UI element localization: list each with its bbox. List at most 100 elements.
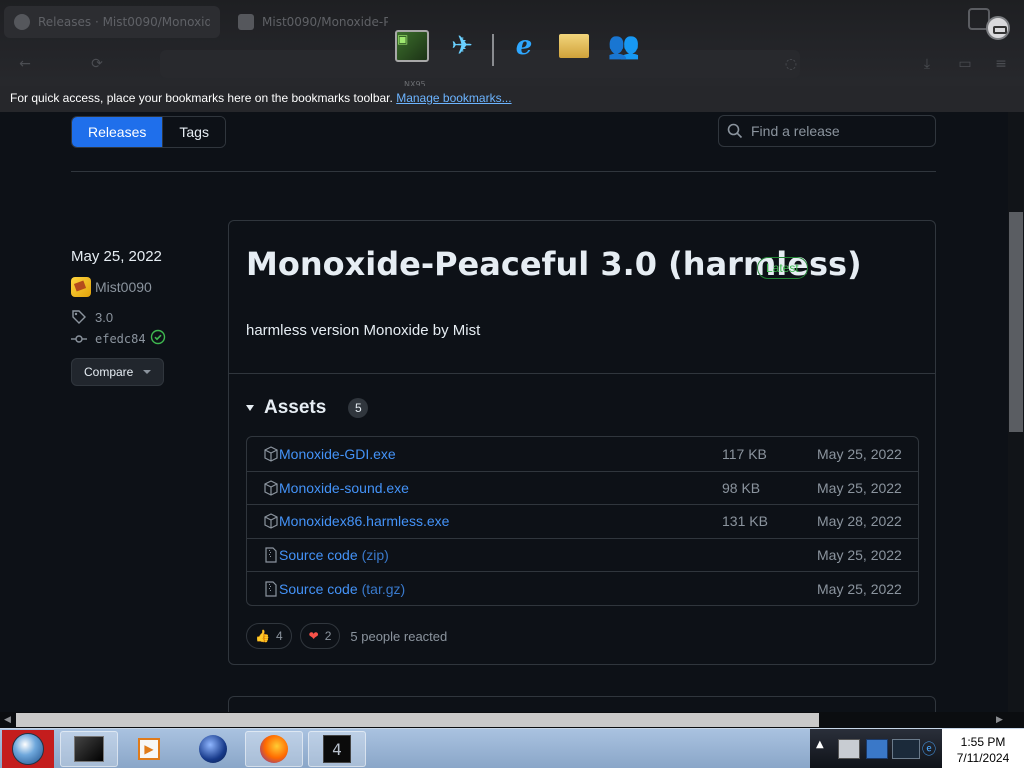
asset-suffix[interactable]: (zip) xyxy=(362,547,389,563)
asset-link[interactable]: Source code xyxy=(279,547,358,563)
asset-row[interactable]: Source code (tar.gz) May 25, 2022 xyxy=(247,571,918,605)
file-zip-icon xyxy=(263,581,279,597)
desktop-quicklaunch: ▣ ✈ e 👥 xyxy=(392,16,644,66)
reactions-bar: 👍 4 ❤ 2 5 people reacted xyxy=(246,623,447,649)
page-icon xyxy=(238,14,254,30)
reaction-thumbs-up[interactable]: 👍 4 xyxy=(246,623,292,649)
bookmarks-toolbar: For quick access, place your bookmarks h… xyxy=(0,86,1024,112)
quicklaunch-separator xyxy=(492,34,494,66)
tab-releases[interactable]: Releases xyxy=(72,117,163,147)
quicklaunch-app[interactable]: ✈ xyxy=(442,26,482,66)
tag-icon xyxy=(71,309,87,325)
reaction-count: 2 xyxy=(324,629,332,643)
computer-icon[interactable] xyxy=(838,739,860,759)
commit-sha[interactable]: efedc84 xyxy=(95,332,146,346)
cube-app-icon: ▣ xyxy=(395,30,429,62)
quicklaunch-app[interactable] xyxy=(554,26,594,66)
menu-icon[interactable]: ≡ xyxy=(992,56,1010,72)
vertical-scrollbar[interactable] xyxy=(1008,112,1024,712)
release-commit[interactable]: efedc84 xyxy=(71,329,221,348)
firefox-icon xyxy=(260,735,288,763)
thumbs-up-icon: 👍 xyxy=(255,629,270,643)
page-content: Releases Tags May 25, 2022 Mist0090 3.0 … xyxy=(0,112,1008,712)
compare-button[interactable]: Compare xyxy=(71,358,165,386)
users-icon: 👥 xyxy=(607,31,641,61)
asset-size: 98 KB xyxy=(722,479,761,496)
asset-date: May 25, 2022 xyxy=(817,445,902,462)
bookmarks-message: For quick access, place your bookmarks h… xyxy=(10,91,393,105)
author-name[interactable]: Mist0090 xyxy=(95,279,152,295)
assets-toggle[interactable]: Assets 5 xyxy=(246,397,369,419)
start-button[interactable] xyxy=(2,730,54,768)
manage-bookmarks-link[interactable]: Manage bookmarks... xyxy=(396,91,511,105)
asset-link[interactable]: Monoxide-GDI.exe xyxy=(279,446,396,462)
clock-date: 7/11/2024 xyxy=(956,751,1010,765)
internet-explorer-icon: e xyxy=(515,31,533,61)
asset-row[interactable]: Source code (zip) May 25, 2022 xyxy=(247,537,918,572)
find-release-input[interactable] xyxy=(751,123,921,139)
assets-list: Monoxide-GDI.exe 117 KB May 25, 2022 Mon… xyxy=(246,436,919,606)
asset-link[interactable]: Monoxide-sound.exe xyxy=(279,480,409,496)
browser-tab[interactable]: Mist0090/Monoxide-Peaceful xyxy=(228,6,398,38)
library-icon[interactable]: ▭ xyxy=(956,56,974,72)
reaction-summary: 5 people reacted xyxy=(350,628,448,644)
quicklaunch-app[interactable]: 👥 xyxy=(604,26,644,66)
quicklaunch-app[interactable]: e xyxy=(504,26,544,66)
taskbar-app[interactable]: 4 xyxy=(308,731,366,767)
find-release-search xyxy=(718,115,936,147)
terminal-icon: 4 xyxy=(323,735,351,763)
release-tag[interactable]: 3.0 xyxy=(71,309,221,325)
scroll-left-icon[interactable]: ◀ xyxy=(4,712,11,728)
extensions-icon[interactable]: ◌ xyxy=(782,56,800,72)
taskbar-app[interactable] xyxy=(245,731,303,767)
commit-icon xyxy=(71,331,87,347)
scroll-right-icon[interactable]: ▶ xyxy=(996,712,1003,728)
asset-size: 117 KB xyxy=(722,445,767,462)
asset-date: May 25, 2022 xyxy=(817,547,902,564)
taskbar-app[interactable] xyxy=(184,731,242,767)
horizontal-scrollbar[interactable]: ◀ ▶ xyxy=(0,712,1024,728)
releases-tags-toggle: Releases Tags xyxy=(71,116,226,148)
system-tray: ▲ ⓔ xyxy=(810,729,942,768)
compare-label: Compare xyxy=(84,365,134,379)
reload-icon[interactable]: ⟳ xyxy=(88,56,106,72)
chevron-down-icon xyxy=(143,370,152,374)
monitor-icon[interactable] xyxy=(892,739,920,759)
clock-time: 1:55 PM xyxy=(960,735,1006,749)
cube-app-icon xyxy=(74,736,104,762)
tag-name[interactable]: 3.0 xyxy=(95,310,113,325)
asset-link[interactable]: Source code xyxy=(279,581,358,597)
tab-label: Mist0090/Monoxide-Peaceful xyxy=(262,15,388,29)
verified-check-icon[interactable] xyxy=(150,329,166,348)
asset-suffix[interactable]: (tar.gz) xyxy=(362,581,406,597)
network-status-icon[interactable] xyxy=(866,739,888,759)
taskbar-app[interactable]: ▶ xyxy=(120,731,178,767)
clock[interactable]: 1:55 PM 7/11/2024 xyxy=(942,729,1024,768)
triangle-down-icon xyxy=(246,405,254,411)
reaction-count: 4 xyxy=(275,629,283,643)
ie-tray-icon[interactable]: ⓔ xyxy=(922,739,944,759)
asset-link[interactable]: Monoxidex86.harmless.exe xyxy=(279,513,449,529)
tab-tags[interactable]: Tags xyxy=(162,117,225,147)
taskbar-app[interactable] xyxy=(60,731,118,767)
back-icon[interactable]: ← xyxy=(16,56,34,72)
downloads-icon[interactable]: ⤓ xyxy=(918,56,936,72)
horizontal-scroll-thumb[interactable] xyxy=(16,713,819,727)
release-author[interactable]: Mist0090 xyxy=(71,277,221,297)
avatar xyxy=(71,277,91,297)
file-zip-icon xyxy=(263,547,279,563)
reaction-heart[interactable]: ❤ 2 xyxy=(299,623,341,649)
vertical-scroll-thumb[interactable] xyxy=(1009,212,1023,432)
asset-row[interactable]: Monoxide-GDI.exe 117 KB May 25, 2022 xyxy=(247,437,918,471)
quicklaunch-app[interactable]: ▣ xyxy=(392,26,432,66)
browser-tab-active[interactable]: Releases · Mist0090/Monoxide-Peaceful xyxy=(4,6,220,38)
next-release-card xyxy=(228,696,936,712)
asset-date: May 28, 2022 xyxy=(817,513,902,530)
asset-date: May 25, 2022 xyxy=(817,479,902,496)
asset-row[interactable]: Monoxide-sound.exe 98 KB May 25, 2022 xyxy=(247,470,918,505)
account-icon[interactable] xyxy=(986,16,1010,40)
browser-chrome: Releases · Mist0090/Monoxide-Peaceful Mi… xyxy=(0,0,1024,112)
asset-row[interactable]: Monoxidex86.harmless.exe 131 KB May 28, … xyxy=(247,504,918,538)
search-icon xyxy=(727,123,743,139)
show-hidden-icons[interactable]: ▲ xyxy=(816,739,838,759)
